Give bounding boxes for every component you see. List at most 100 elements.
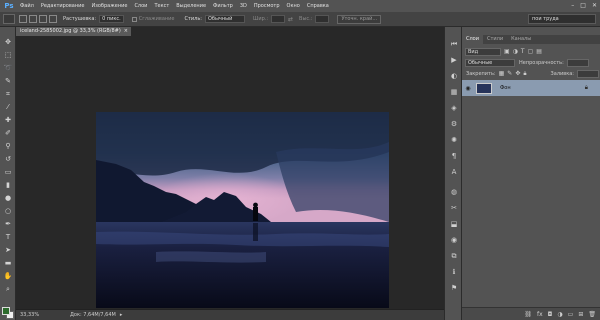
style-select[interactable]: Обычный bbox=[204, 15, 245, 23]
menu-select[interactable]: Выделение bbox=[176, 3, 206, 9]
pen-tool-icon[interactable]: ✒ bbox=[3, 219, 13, 229]
clone-stamp-tool-icon[interactable]: ⚲ bbox=[3, 141, 13, 151]
new-layer-icon[interactable]: ⊞ bbox=[578, 311, 583, 318]
tab-styles[interactable]: Стили bbox=[483, 35, 507, 44]
menu-text[interactable]: Текст bbox=[154, 3, 169, 9]
move-tool-icon[interactable]: ✥ bbox=[3, 37, 13, 47]
swatches-icon[interactable]: ▦ bbox=[449, 87, 459, 97]
menu-edit[interactable]: Редактирование bbox=[41, 3, 85, 9]
layer-lock-icon: 🔒︎ bbox=[584, 84, 588, 91]
width-input[interactable] bbox=[271, 15, 286, 23]
menu-window[interactable]: Окно bbox=[287, 3, 300, 9]
properties-icon[interactable]: ◈ bbox=[449, 103, 459, 113]
document-tab[interactable]: iceland-2585002.jpg @ 33,3% (RGB/8#) × bbox=[16, 27, 131, 36]
add-selection-icon[interactable] bbox=[29, 15, 37, 23]
canvas-area[interactable] bbox=[16, 36, 445, 309]
antialias-checkbox[interactable] bbox=[131, 16, 137, 22]
navigator-icon[interactable]: ⧉ bbox=[449, 251, 459, 261]
subtract-selection-icon[interactable] bbox=[39, 15, 47, 23]
add-mask-icon[interactable]: ◘ bbox=[548, 311, 553, 318]
workspace-select[interactable]: пои труда bbox=[528, 14, 596, 24]
gradient-tool-icon[interactable]: ▮ bbox=[3, 180, 13, 190]
foreground-color-swatch[interactable] bbox=[2, 307, 10, 315]
lock-pixels-icon[interactable]: ▦ bbox=[499, 70, 505, 77]
landscape-photo bbox=[96, 112, 389, 308]
crop-tool-icon[interactable]: ⌗ bbox=[3, 89, 13, 99]
shape-tool-icon[interactable]: ▬ bbox=[3, 258, 13, 268]
minimize-icon[interactable]: – bbox=[571, 2, 574, 9]
new-group-icon[interactable]: ▭ bbox=[568, 311, 574, 318]
filter-image-icon[interactable]: ▣ bbox=[504, 48, 510, 55]
status-menu-icon[interactable]: ▸ bbox=[120, 312, 123, 318]
new-selection-icon[interactable] bbox=[19, 15, 27, 23]
channels-icon[interactable]: ◉ bbox=[449, 235, 459, 245]
lock-position-icon[interactable]: ✥ bbox=[515, 70, 520, 77]
brush-presets-icon[interactable]: ✺ bbox=[449, 135, 459, 145]
zoom-level[interactable]: 33,33% bbox=[20, 312, 48, 318]
height-input[interactable] bbox=[315, 15, 330, 23]
close-tab-icon[interactable]: × bbox=[124, 27, 128, 36]
menu-file[interactable]: Файл bbox=[20, 3, 34, 9]
timeline-icon[interactable]: ⚑ bbox=[449, 283, 459, 293]
quick-select-tool-icon[interactable]: ✎ bbox=[3, 76, 13, 86]
paragraph-icon[interactable]: ¶ bbox=[449, 151, 459, 161]
document-image[interactable] bbox=[96, 112, 389, 308]
filter-smart-icon[interactable]: ▤ bbox=[536, 48, 542, 55]
filter-shape-icon[interactable]: ▢ bbox=[528, 48, 534, 55]
swap-icon[interactable]: ⇄ bbox=[288, 16, 293, 23]
menu-filter[interactable]: Фильтр bbox=[213, 3, 233, 9]
eyedropper-tool-icon[interactable]: ⁄ bbox=[3, 102, 13, 112]
fill-input[interactable] bbox=[576, 69, 599, 78]
link-layers-icon[interactable]: ⛓ bbox=[524, 311, 532, 318]
type-tool-icon[interactable]: T bbox=[3, 232, 13, 242]
lock-row: Закрепить: ▦ ✎ ✥ 🔒︎ Заливка: bbox=[462, 68, 600, 79]
menu-image[interactable]: Изображение bbox=[91, 3, 127, 9]
play-action-icon[interactable]: ▶ bbox=[449, 55, 459, 65]
filter-text-icon[interactable]: T bbox=[521, 48, 525, 55]
menu-help[interactable]: Справка bbox=[307, 3, 329, 9]
styles-icon[interactable]: ◍ bbox=[449, 187, 459, 197]
zoom-tool-icon[interactable]: ⌕ bbox=[3, 284, 13, 294]
hand-tool-icon[interactable]: ✋ bbox=[3, 271, 13, 281]
layer-style-icon[interactable]: fx bbox=[537, 311, 543, 318]
antialias-label: Сглаживание bbox=[138, 16, 175, 22]
history-brush-tool-icon[interactable]: ↺ bbox=[3, 154, 13, 164]
intersect-selection-icon[interactable] bbox=[49, 15, 57, 23]
maximize-icon[interactable]: □ bbox=[580, 2, 586, 9]
lasso-tool-icon[interactable]: ➰ bbox=[3, 63, 13, 73]
color-icon[interactable]: ◐ bbox=[449, 71, 459, 81]
marquee-tool-icon[interactable]: ⬚ bbox=[3, 50, 13, 60]
tab-layers[interactable]: Слои bbox=[462, 35, 483, 44]
dodge-tool-icon[interactable]: ○ bbox=[3, 206, 13, 216]
marquee-tool-preset-icon[interactable] bbox=[3, 14, 15, 24]
new-adjustment-icon[interactable]: ◑ bbox=[557, 311, 562, 318]
menu-3d[interactable]: 3D bbox=[240, 3, 247, 9]
blend-mode-select[interactable]: Обычные bbox=[465, 58, 515, 67]
brush-tool-icon[interactable]: ✐ bbox=[3, 128, 13, 138]
delete-layer-icon[interactable]: 🗑︎ bbox=[588, 311, 596, 318]
layer-row[interactable]: ◉ Фон 🔒︎ bbox=[462, 80, 600, 96]
healing-brush-tool-icon[interactable]: ✚ bbox=[3, 115, 13, 125]
close-icon[interactable]: ✕ bbox=[592, 2, 597, 9]
visibility-eye-icon[interactable]: ◉ bbox=[462, 85, 474, 92]
layer-filter-select[interactable]: Вид bbox=[465, 47, 501, 56]
eraser-tool-icon[interactable]: ▭ bbox=[3, 167, 13, 177]
tool-presets-icon[interactable]: ✂ bbox=[449, 203, 459, 213]
adjustments-icon[interactable]: ⚙ bbox=[449, 119, 459, 129]
filter-adjustment-icon[interactable]: ◑ bbox=[513, 48, 518, 55]
lock-all-icon[interactable]: 🔒︎ bbox=[523, 70, 526, 78]
info-icon[interactable]: ℹ bbox=[449, 267, 459, 277]
history-icon[interactable]: ⏮ bbox=[449, 39, 459, 49]
character-icon[interactable]: A bbox=[449, 167, 459, 177]
path-select-tool-icon[interactable]: ➤ bbox=[3, 245, 13, 255]
refine-edge-button[interactable]: Уточн. край... bbox=[337, 14, 382, 24]
blend-row: Обычные Непрозрачность: bbox=[462, 57, 600, 68]
tab-channels[interactable]: Каналы bbox=[507, 35, 535, 44]
lock-paint-icon[interactable]: ✎ bbox=[507, 70, 512, 77]
opacity-input[interactable] bbox=[566, 58, 589, 67]
blur-tool-icon[interactable]: ● bbox=[3, 193, 13, 203]
feather-input[interactable]: 0 пикс. bbox=[99, 15, 124, 23]
layer-comps-icon[interactable]: ⬓ bbox=[449, 219, 459, 229]
menu-view[interactable]: Просмотр bbox=[254, 3, 280, 9]
menu-layers[interactable]: Слои bbox=[134, 3, 147, 9]
